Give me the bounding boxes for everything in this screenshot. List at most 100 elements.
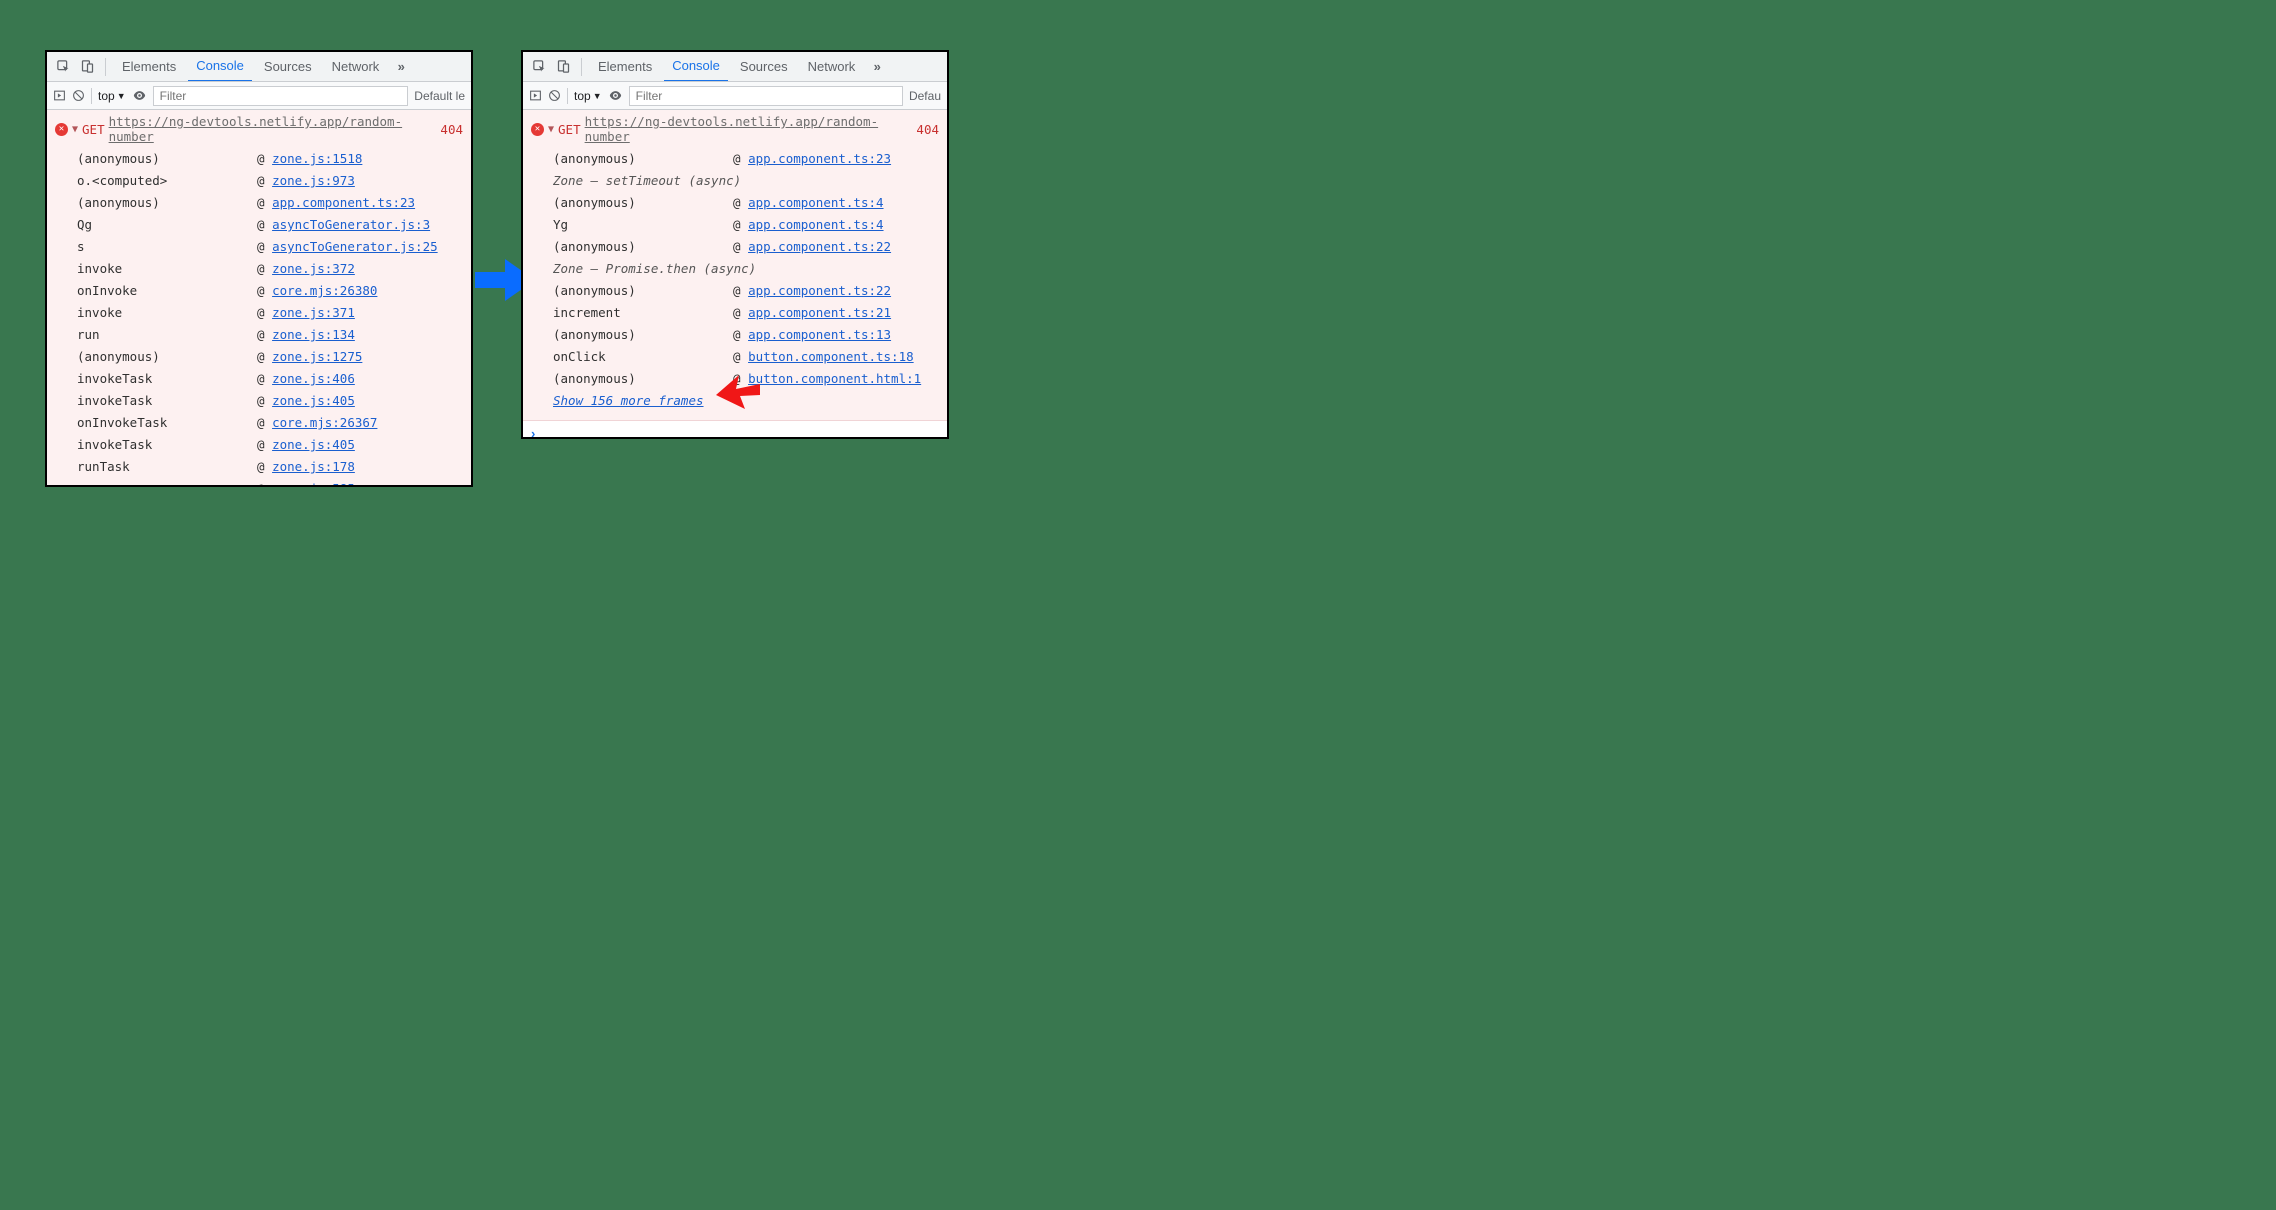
tab-bar: Elements Console Sources Network » xyxy=(47,52,471,82)
source-link[interactable]: zone.js:178 xyxy=(272,459,355,474)
source-link[interactable]: app.component.ts:13 xyxy=(748,327,891,342)
frame-function: invokeTask xyxy=(77,390,257,412)
frame-function: onInvoke xyxy=(77,280,257,302)
stack-frame: increment@ app.component.ts:21 xyxy=(553,302,939,324)
sidebar-toggle-icon[interactable] xyxy=(529,89,542,102)
callout-arrow-icon xyxy=(716,373,760,409)
stack-frame: Qg@ asyncToGenerator.js:3 xyxy=(77,214,463,236)
source-link[interactable]: zone.js:372 xyxy=(272,261,355,276)
http-method: GET xyxy=(82,122,105,137)
source-link[interactable]: button.component.html:1 xyxy=(748,371,921,386)
stack-frame: (anonymous)@ app.component.ts:23 xyxy=(553,148,939,170)
context-label: top xyxy=(574,89,591,103)
source-link[interactable]: zone.js:1275 xyxy=(272,349,362,364)
async-boundary-label: Zone — Promise.then (async) xyxy=(553,258,939,280)
source-link[interactable]: zone.js:973 xyxy=(272,173,355,188)
source-link[interactable]: zone.js:371 xyxy=(272,305,355,320)
error-summary[interactable]: ✕ ▼ GET https://ng-devtools.netlify.app/… xyxy=(55,114,463,144)
source-link[interactable]: zone.js:585 xyxy=(272,481,355,487)
frame-location: @ app.component.ts:4 xyxy=(733,214,884,236)
more-tabs-icon[interactable]: » xyxy=(867,57,887,77)
tab-elements[interactable]: Elements xyxy=(114,52,184,82)
clear-console-icon[interactable] xyxy=(548,89,561,102)
log-levels-selector[interactable]: Default le xyxy=(414,89,465,103)
tab-network[interactable]: Network xyxy=(324,52,388,82)
frame-location: @ button.component.ts:18 xyxy=(733,346,914,368)
source-link[interactable]: app.component.ts:22 xyxy=(748,239,891,254)
frame-function: s xyxy=(77,236,257,258)
log-levels-selector[interactable]: Defau xyxy=(909,89,941,103)
frame-location: @ asyncToGenerator.js:25 xyxy=(257,236,438,258)
source-link[interactable]: zone.js:405 xyxy=(272,437,355,452)
at-symbol: @ xyxy=(733,195,748,210)
at-symbol: @ xyxy=(733,305,748,320)
tab-console[interactable]: Console xyxy=(188,52,252,82)
frame-function: onClick xyxy=(553,346,733,368)
frame-function: (anonymous) xyxy=(553,368,733,390)
console-output: ✕ ▼ GET https://ng-devtools.netlify.app/… xyxy=(47,110,471,487)
frame-function: Qg xyxy=(77,214,257,236)
tab-sources[interactable]: Sources xyxy=(256,52,320,82)
stack-frame: runTask@ zone.js:178 xyxy=(77,456,463,478)
tab-console[interactable]: Console xyxy=(664,52,728,82)
frame-function: _ xyxy=(77,478,257,487)
frame-function: increment xyxy=(553,302,733,324)
inspect-icon[interactable] xyxy=(529,57,549,77)
stack-frame: o.<computed>@ zone.js:973 xyxy=(77,170,463,192)
source-link[interactable]: app.component.ts:21 xyxy=(748,305,891,320)
stack-frame: onInvokeTask@ core.mjs:26367 xyxy=(77,412,463,434)
context-selector[interactable]: top ▼ xyxy=(98,89,126,103)
filter-input[interactable] xyxy=(629,86,903,106)
live-expression-icon[interactable] xyxy=(132,88,147,103)
chevron-down-icon: ▼ xyxy=(593,91,602,101)
more-tabs-icon[interactable]: » xyxy=(391,57,411,77)
frame-location: @ button.component.html:1 xyxy=(733,368,921,390)
tab-network[interactable]: Network xyxy=(800,52,864,82)
source-link[interactable]: zone.js:1518 xyxy=(272,151,362,166)
at-symbol: @ xyxy=(257,327,272,342)
separator xyxy=(581,58,582,76)
source-link[interactable]: core.mjs:26367 xyxy=(272,415,377,430)
at-symbol: @ xyxy=(257,371,272,386)
source-link[interactable]: app.component.ts:23 xyxy=(748,151,891,166)
at-symbol: @ xyxy=(257,459,272,474)
source-link[interactable]: button.component.ts:18 xyxy=(748,349,914,364)
error-summary[interactable]: ✕ ▼ GET https://ng-devtools.netlify.app/… xyxy=(531,114,939,144)
source-link[interactable]: app.component.ts:23 xyxy=(272,195,415,210)
disclosure-triangle-icon[interactable]: ▼ xyxy=(548,124,554,135)
disclosure-triangle-icon[interactable]: ▼ xyxy=(72,124,78,135)
stack-frame: (anonymous)@ app.component.ts:23 xyxy=(77,192,463,214)
source-link[interactable]: app.component.ts:4 xyxy=(748,217,883,232)
frame-function: (anonymous) xyxy=(553,236,733,258)
error-url[interactable]: https://ng-devtools.netlify.app/random-n… xyxy=(109,114,437,144)
console-toolbar: top ▼ Default le xyxy=(47,82,471,110)
source-link[interactable]: zone.js:406 xyxy=(272,371,355,386)
at-symbol: @ xyxy=(733,239,748,254)
context-label: top xyxy=(98,89,115,103)
source-link[interactable]: app.component.ts:4 xyxy=(748,195,883,210)
source-link[interactable]: asyncToGenerator.js:3 xyxy=(272,217,430,232)
frame-location: @ zone.js:585 xyxy=(257,478,355,487)
device-toggle-icon[interactable] xyxy=(77,57,97,77)
error-url[interactable]: https://ng-devtools.netlify.app/random-n… xyxy=(585,114,913,144)
inspect-icon[interactable] xyxy=(53,57,73,77)
sidebar-toggle-icon[interactable] xyxy=(53,89,66,102)
source-link[interactable]: zone.js:134 xyxy=(272,327,355,342)
console-prompt[interactable]: › xyxy=(523,421,947,439)
source-link[interactable]: app.component.ts:22 xyxy=(748,283,891,298)
source-link[interactable]: zone.js:405 xyxy=(272,393,355,408)
at-symbol: @ xyxy=(257,261,272,276)
frame-function: (anonymous) xyxy=(553,280,733,302)
stack-frame: invokeTask@ zone.js:406 xyxy=(77,368,463,390)
device-toggle-icon[interactable] xyxy=(553,57,573,77)
live-expression-icon[interactable] xyxy=(608,88,623,103)
tab-sources[interactable]: Sources xyxy=(732,52,796,82)
context-selector[interactable]: top ▼ xyxy=(574,89,602,103)
clear-console-icon[interactable] xyxy=(72,89,85,102)
source-link[interactable]: core.mjs:26380 xyxy=(272,283,377,298)
frame-function: (anonymous) xyxy=(553,324,733,346)
devtools-panel-before: Elements Console Sources Network » top ▼… xyxy=(45,50,473,487)
source-link[interactable]: asyncToGenerator.js:25 xyxy=(272,239,438,254)
tab-elements[interactable]: Elements xyxy=(590,52,660,82)
filter-input[interactable] xyxy=(153,86,409,106)
